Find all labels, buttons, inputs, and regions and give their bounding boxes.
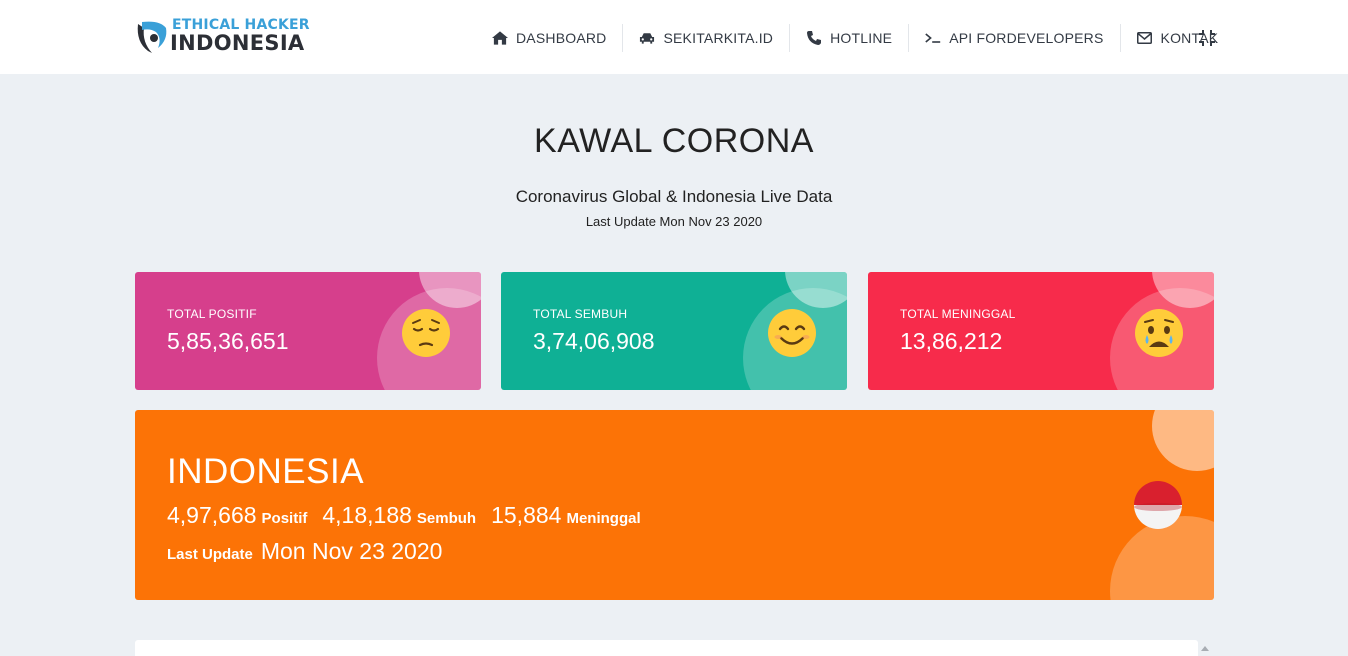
total-positif-label: TOTAL POSITIF — [167, 307, 257, 321]
brand-line-2: INDONESIA — [170, 31, 305, 55]
indonesia-stats: 4,97,668 Positif 4,18,188 Sembuh 15,884 … — [167, 502, 656, 529]
page-subtitle: Coronavirus Global & Indonesia Live Data — [515, 187, 833, 206]
pensive-face-icon — [402, 309, 450, 357]
nav-label-dashboard: DASHBOARD — [516, 30, 607, 46]
indonesia-title: INDONESIA — [167, 452, 365, 491]
nav-item-kontak[interactable]: KONTAK — [1121, 24, 1235, 52]
phone-icon — [806, 30, 822, 46]
page-title: KAWAL CORONA — [534, 122, 814, 160]
indonesia-meninggal-value: 15,884 — [491, 502, 562, 528]
indonesia-card: INDONESIA 4,97,668 Positif 4,18,188 Semb… — [135, 410, 1214, 600]
indonesia-positif-value: 4,97,668 — [167, 502, 257, 528]
nav-label-sekitarkita: SEKITARKITA.ID — [663, 30, 774, 46]
total-meninggal-value: 13,86,212 — [900, 328, 1003, 354]
nav-item-sekitarkita[interactable]: SEKITARKITA.ID — [623, 24, 791, 52]
indonesia-sembuh-value: 4,18,188 — [322, 502, 412, 528]
envelope-icon — [1137, 30, 1153, 46]
car-icon — [639, 30, 655, 46]
compress-icon[interactable] — [1198, 29, 1216, 47]
brand-logo[interactable]: ETHICAL HACKER INDONESIA — [134, 16, 310, 56]
navbar: ETHICAL HACKER INDONESIA DASHBOARD SEKIT… — [0, 0, 1348, 74]
page-last-update: Last Update Mon Nov 23 2020 — [585, 214, 763, 229]
total-positif-value: 5,85,36,651 — [167, 328, 289, 354]
total-sembuh-label: TOTAL SEMBUH — [533, 307, 628, 321]
total-meninggal-label: TOTAL MENINGGAL — [900, 307, 1016, 321]
total-sembuh-card: TOTAL SEMBUH 3,74,06,908 — [501, 272, 847, 390]
nav-item-api[interactable]: API FORDEVELOPERS — [909, 24, 1121, 52]
total-positif-card: TOTAL POSITIF 5,85,36,651 — [135, 272, 481, 390]
home-icon — [492, 30, 508, 46]
indonesia-last-update: Last Update Mon Nov 23 2020 — [167, 538, 442, 565]
indonesia-meninggal-label: Meninggal — [566, 510, 641, 527]
indonesia-update-label: Last Update — [167, 546, 253, 563]
nav-label-hotline: HOTLINE — [830, 30, 893, 46]
indonesia-update-value: Mon Nov 23 2020 — [260, 538, 443, 564]
nav-label-api: API FORDEVELOPERS — [949, 30, 1104, 46]
indonesia-sembuh-label: Sembuh — [416, 510, 477, 527]
nav-item-dashboard[interactable]: DASHBOARD — [476, 24, 624, 52]
data-table-card — [135, 640, 1198, 656]
indonesia-flag-icon — [1134, 481, 1182, 529]
scroll-up-arrow-icon[interactable] — [1200, 644, 1210, 652]
crying-face-icon — [1135, 309, 1183, 357]
indonesia-positif-label: Positif — [261, 510, 308, 527]
nav-item-hotline[interactable]: HOTLINE — [790, 24, 910, 52]
total-sembuh-value: 3,74,06,908 — [533, 328, 655, 354]
main-nav: DASHBOARD SEKITARKITA.ID HOTLINE API FOR… — [476, 24, 1234, 52]
decorative-circle — [1152, 410, 1214, 471]
terminal-icon — [925, 30, 941, 46]
smiling-face-icon — [768, 309, 816, 357]
total-meninggal-card: TOTAL MENINGGAL 13,86,212 — [868, 272, 1214, 390]
brand-mark-icon — [137, 21, 167, 53]
